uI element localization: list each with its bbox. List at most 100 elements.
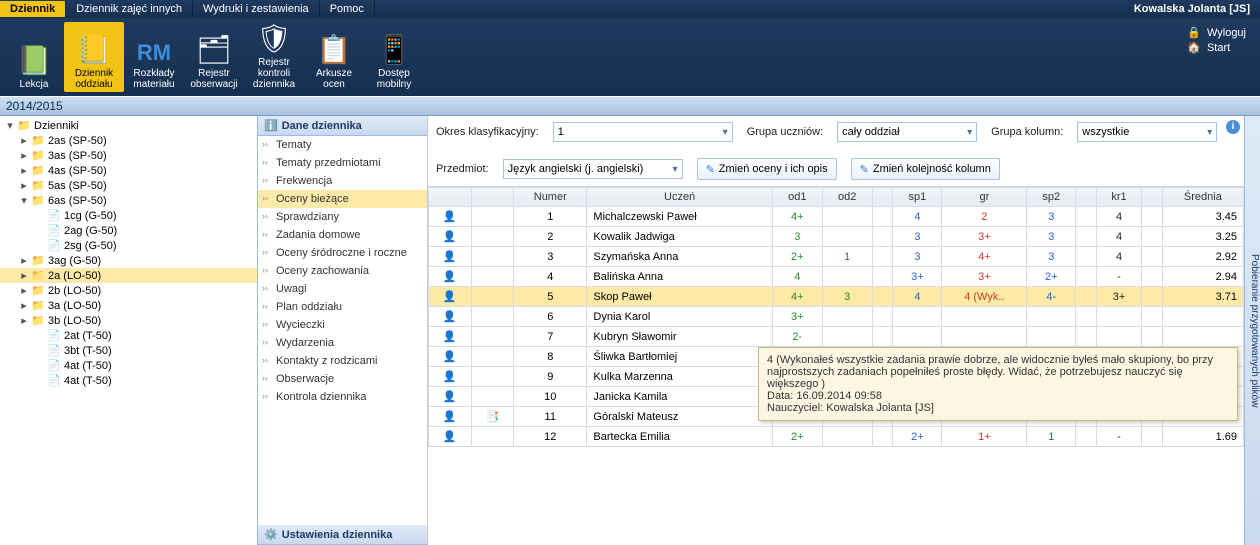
grid-header[interactable]: gr <box>942 188 1027 207</box>
tree-node[interactable]: ▸📁3b (LO-50) <box>0 313 257 328</box>
grid-header[interactable]: sp2 <box>1027 188 1076 207</box>
grade-cell[interactable]: 3 <box>772 227 822 247</box>
table-row[interactable]: 👤7Kubryn Sławomir2- <box>429 327 1244 347</box>
grade-cell[interactable]: 4+ <box>772 287 822 307</box>
grade-cell[interactable]: 2+ <box>893 427 942 447</box>
sections-footer[interactable]: ⚙️Ustawienia dziennika <box>258 525 427 545</box>
grade-cell[interactable] <box>1096 327 1141 347</box>
tree-node[interactable]: ▸📁4as (SP-50) <box>0 163 257 178</box>
tree-node[interactable]: 📄3bt (T-50) <box>0 343 257 358</box>
section-item[interactable]: Sprawdziany <box>258 208 427 226</box>
grade-cell[interactable]: 2- <box>772 327 822 347</box>
grid-header[interactable]: od1 <box>772 188 822 207</box>
grid-header[interactable]: sp1 <box>893 188 942 207</box>
grade-cell[interactable]: 3 <box>1027 247 1076 267</box>
section-item[interactable]: Plan oddziału <box>258 298 427 316</box>
grade-cell[interactable]: 3+ <box>893 267 942 287</box>
grade-cell[interactable]: 3+ <box>772 307 822 327</box>
tree-toggle-icon[interactable]: ▸ <box>18 269 30 282</box>
section-item[interactable]: Kontakty z rodzicami <box>258 352 427 370</box>
tab-pomoc[interactable]: Pomoc <box>320 1 375 17</box>
grade-cell[interactable] <box>1027 327 1076 347</box>
grade-cell[interactable]: 2+ <box>772 247 822 267</box>
grid-header[interactable]: Numer <box>514 188 587 207</box>
grid-header[interactable] <box>429 188 472 207</box>
grade-cell[interactable]: 2+ <box>1027 267 1076 287</box>
grade-cell[interactable] <box>942 327 1027 347</box>
grade-cell[interactable]: 3+ <box>1096 287 1141 307</box>
ribbon-mobilny[interactable]: 📱Dostęp mobilny <box>364 22 424 92</box>
ribbon-rozklady[interactable]: RMRozkłady materiału <box>124 22 184 92</box>
table-row[interactable]: 👤3Szymańska Anna2+134+342.92 <box>429 247 1244 267</box>
section-item[interactable]: Kontrola dziennika <box>258 388 427 406</box>
grade-cell[interactable]: - <box>1096 427 1141 447</box>
grid-header[interactable]: Średnia <box>1162 188 1243 207</box>
grid-header[interactable]: kr1 <box>1096 188 1141 207</box>
grade-cell[interactable]: 3 <box>822 287 872 307</box>
school-year[interactable]: 2014/2015 <box>0 96 1260 116</box>
tree-toggle-icon[interactable]: ▸ <box>18 254 30 267</box>
section-item[interactable]: Tematy <box>258 136 427 154</box>
zmien-oceny-button[interactable]: ✎Zmień oceny i ich opis <box>697 158 837 180</box>
section-item[interactable]: Obserwacje <box>258 370 427 388</box>
tree-node[interactable]: ▾📁6as (SP-50) <box>0 193 257 208</box>
tree-toggle-icon[interactable]: ▸ <box>18 179 30 192</box>
tree-node[interactable]: 📄2at (T-50) <box>0 328 257 343</box>
ribbon-rejestr-kontroli[interactable]: 🛡Rejestr kontroli dziennika <box>244 22 304 92</box>
grade-cell[interactable]: 1 <box>1027 427 1076 447</box>
grid-header[interactable] <box>1142 188 1163 207</box>
table-row[interactable]: 👤12Bartecka Emilia2+2+1+1-1.69 <box>429 427 1244 447</box>
grupa-uczniow-select[interactable]: cały oddział <box>837 122 977 142</box>
tree-toggle-icon[interactable]: ▸ <box>18 164 30 177</box>
tree-node[interactable]: ▸📁3as (SP-50) <box>0 148 257 163</box>
tree-node[interactable]: ▸📁5as (SP-50) <box>0 178 257 193</box>
grade-cell[interactable] <box>942 307 1027 327</box>
section-item[interactable]: Zadania domowe <box>258 226 427 244</box>
tree-node[interactable]: 📄1cg (G-50) <box>0 208 257 223</box>
tree-node[interactable]: 📄4at (T-50) <box>0 373 257 388</box>
table-row[interactable]: 👤6Dynia Karol3+ <box>429 307 1244 327</box>
section-item[interactable]: Oceny zachowania <box>258 262 427 280</box>
grade-cell[interactable]: - <box>1096 267 1141 287</box>
table-row[interactable]: 👤1Michalczewski Paweł4+42343.45 <box>429 207 1244 227</box>
grade-cell[interactable]: 2+ <box>772 427 822 447</box>
ribbon-arkusze[interactable]: 📋Arkusze ocen <box>304 22 364 92</box>
grade-cell[interactable] <box>822 227 872 247</box>
tree-node[interactable]: ▸📁3a (LO-50) <box>0 298 257 313</box>
grade-cell[interactable]: 4 <box>1096 227 1141 247</box>
grid-header[interactable]: od2 <box>822 188 872 207</box>
tree-toggle-icon[interactable]: ▾ <box>4 119 16 132</box>
grade-cell[interactable]: 3 <box>893 247 942 267</box>
grade-cell[interactable] <box>1027 307 1076 327</box>
grade-cell[interactable]: 3+ <box>942 267 1027 287</box>
tab-dziennik[interactable]: Dziennik <box>0 1 66 17</box>
tree-node[interactable]: 📄2ag (G-50) <box>0 223 257 238</box>
tree-toggle-icon[interactable]: ▾ <box>18 194 30 207</box>
help-icon[interactable]: i <box>1226 120 1240 134</box>
tree-toggle-icon[interactable]: ▸ <box>18 134 30 147</box>
tree-node[interactable]: 📄2sg (G-50) <box>0 238 257 253</box>
section-item[interactable]: Frekwencja <box>258 172 427 190</box>
grade-cell[interactable]: 4- <box>1027 287 1076 307</box>
tree-toggle-icon[interactable]: ▸ <box>18 149 30 162</box>
tree-node[interactable]: ▾📁Dzienniki <box>0 118 257 133</box>
grade-cell[interactable]: 1 <box>822 247 872 267</box>
grade-cell[interactable]: 3 <box>1027 207 1076 227</box>
downloads-panel-handle[interactable]: Pobieranie przygotowanych plików <box>1244 116 1260 545</box>
okres-select[interactable]: 1 <box>553 122 733 142</box>
grade-cell[interactable]: 4 <box>772 267 822 287</box>
grade-cell[interactable]: 3+ <box>942 227 1027 247</box>
tree-node[interactable]: ▸📁2a (LO-50) <box>0 268 257 283</box>
section-item[interactable]: Oceny śródroczne i roczne <box>258 244 427 262</box>
section-item[interactable]: Wydarzenia <box>258 334 427 352</box>
grade-cell[interactable]: 4+ <box>772 207 822 227</box>
zmien-kolumny-button[interactable]: ✎Zmień kolejność kolumn <box>851 158 1000 180</box>
grade-cell[interactable]: 4 <box>893 207 942 227</box>
section-item[interactable]: Tematy przedmiotami <box>258 154 427 172</box>
logout-link[interactable]: 🔒Wyloguj <box>1187 26 1246 39</box>
grade-cell[interactable]: 1+ <box>942 427 1027 447</box>
grade-cell[interactable]: 4 <box>1096 247 1141 267</box>
grade-cell[interactable]: 3 <box>1027 227 1076 247</box>
grade-cell[interactable] <box>822 327 872 347</box>
tree-node[interactable]: ▸📁2b (LO-50) <box>0 283 257 298</box>
